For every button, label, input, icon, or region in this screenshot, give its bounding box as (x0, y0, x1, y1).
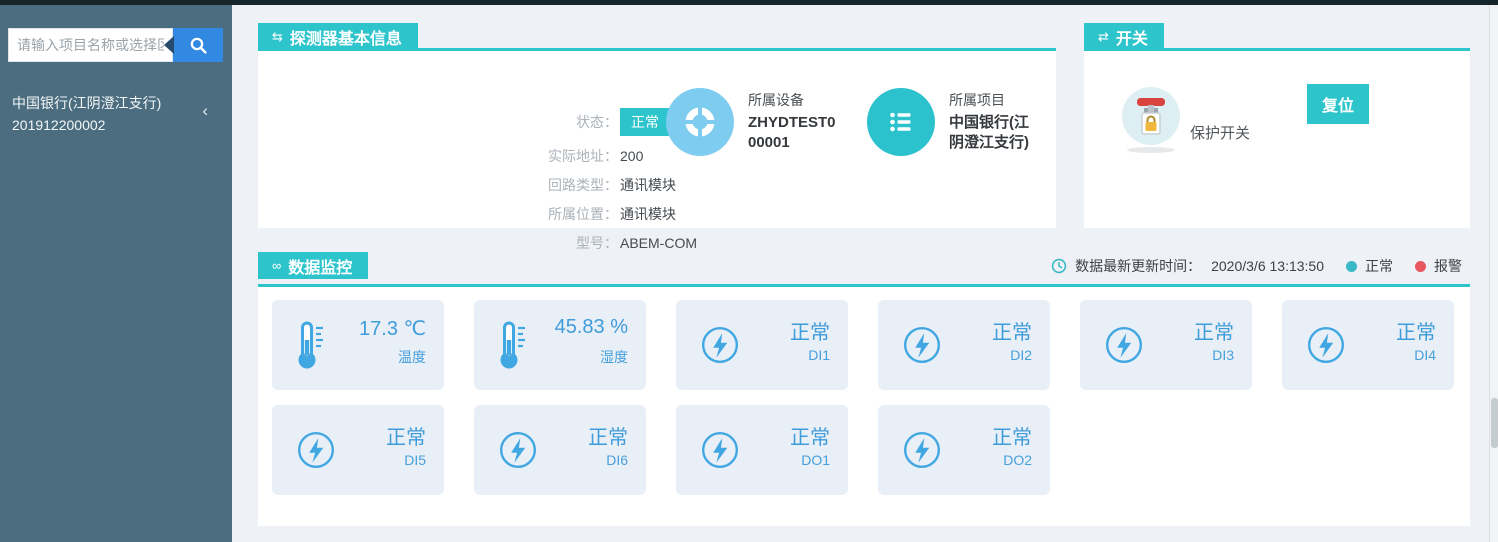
search-button[interactable] (173, 28, 223, 62)
device-name: ZHYDTEST000001 (748, 113, 843, 154)
scrollbar-thumb[interactable] (1491, 398, 1498, 448)
list-icon (867, 88, 935, 156)
field-value: 通讯模块 (620, 175, 676, 195)
card-do1: 正常 DO1 (676, 405, 848, 495)
protection-valve-icon (1122, 87, 1180, 145)
project-label: 所属项目 (949, 90, 1041, 110)
clock-icon (1051, 258, 1067, 274)
reset-button[interactable]: 复位 (1307, 84, 1369, 124)
monitor-panel-header: ∞ 数据监控 (258, 252, 368, 279)
switch-label: 保护开关 (1190, 122, 1250, 143)
bolt-icon (700, 300, 740, 390)
project-search (8, 28, 223, 62)
chevron-left-icon[interactable]: ‹ (202, 98, 208, 124)
card-label: DO1 (801, 452, 830, 468)
card-label: DI1 (808, 347, 830, 363)
card-label: DI4 (1414, 347, 1436, 363)
card-value: 正常 (992, 421, 1032, 450)
bolt-icon (1306, 300, 1346, 390)
bolt-icon (902, 300, 942, 390)
swap-arrows-icon: ⇄ (1098, 30, 1109, 43)
card-di5: 正常 DI5 (272, 405, 444, 495)
field-label: 状态： (526, 112, 618, 132)
monitor-cards: 17.3 ℃ 温度 45.83 % 湿度 (272, 300, 1458, 495)
monitor-panel-title: 数据监控 (288, 254, 352, 278)
card-value: 正常 (1194, 316, 1234, 345)
card-do2: 正常 DO2 (878, 405, 1050, 495)
bolt-icon (902, 405, 942, 495)
card-value: 正常 (790, 316, 830, 345)
bolt-icon (498, 405, 538, 495)
detector-panel-title: 探测器基本信息 (290, 25, 402, 49)
card-temperature: 17.3 ℃ 温度 (272, 300, 444, 390)
card-di4: 正常 DI4 (1282, 300, 1454, 390)
card-label: DI5 (404, 452, 426, 468)
switch-panel-title: 开关 (1116, 25, 1148, 49)
card-di1: 正常 DI1 (676, 300, 848, 390)
card-label: 湿度 (600, 347, 628, 367)
page: 中国银行(江阴澄江支行) 201912200002 ‹ ⇆ 探测器基本信息 状态… (0, 0, 1498, 542)
card-value: 45.83 % (555, 316, 628, 339)
vertical-scrollbar[interactable] (1489, 5, 1498, 542)
thermometer-icon (498, 300, 528, 390)
field-row-model: 型号： ABEM-COM (526, 232, 697, 253)
field-row-location: 所属位置： 通讯模块 (526, 203, 697, 224)
field-label: 所属位置： (526, 204, 618, 224)
card-label: DI3 (1212, 347, 1234, 363)
device-association: 所属设备 ZHYDTEST000001 (666, 88, 843, 156)
link-icon: ∞ (272, 259, 281, 272)
search-icon (189, 36, 208, 55)
field-label: 实际地址： (526, 146, 618, 166)
field-value: ABEM-COM (620, 235, 697, 251)
card-value: 正常 (790, 421, 830, 450)
sliders-icon: ⇆ (272, 30, 283, 43)
field-value: 200 (620, 148, 643, 164)
bolt-icon (296, 405, 336, 495)
status-badge: 正常 (620, 108, 670, 136)
bolt-icon (700, 405, 740, 495)
switch-panel-header: ⇄ 开关 (1084, 23, 1164, 50)
card-value: 正常 (588, 421, 628, 450)
field-label: 型号： (526, 233, 618, 253)
project-code: 201912200002 (12, 115, 220, 137)
updated-time: 2020/3/6 13:13:50 (1211, 258, 1324, 274)
card-label: 温度 (398, 347, 426, 367)
device-label: 所属设备 (748, 90, 843, 110)
monitor-meta: 数据最新更新时间： 2020/3/6 13:13:50 正常 报警 (1051, 256, 1462, 276)
detector-panel-header: ⇆ 探测器基本信息 (258, 23, 418, 50)
card-label: DO2 (1003, 452, 1032, 468)
card-humidity: 45.83 % 湿度 (474, 300, 646, 390)
sidebar-collapse-arrow-icon[interactable] (164, 36, 174, 54)
project-name: 中国银行(江阴澄江支行) (12, 93, 220, 115)
legend-alarm-label: 报警 (1434, 256, 1462, 276)
field-row-loop-type: 回路类型： 通讯模块 (526, 174, 697, 195)
search-input[interactable] (8, 28, 173, 62)
card-di6: 正常 DI6 (474, 405, 646, 495)
project-association: 所属项目 中国银行(江阴澄江支行) (867, 88, 1041, 156)
card-label: DI2 (1010, 347, 1032, 363)
card-value: 17.3 ℃ (359, 316, 426, 341)
legend-normal-label: 正常 (1365, 256, 1393, 276)
normal-dot-icon (1346, 261, 1357, 272)
sidebar: 中国银行(江阴澄江支行) 201912200002 ‹ (0, 5, 232, 542)
field-label: 回路类型： (526, 175, 618, 195)
thermometer-icon (296, 300, 326, 390)
lifebuoy-icon (666, 88, 734, 156)
card-di2: 正常 DI2 (878, 300, 1050, 390)
sidebar-item-project[interactable]: 中国银行(江阴澄江支行) 201912200002 ‹ (0, 85, 232, 144)
card-value: 正常 (992, 316, 1032, 345)
project-name: 中国银行(江阴澄江支行) (949, 113, 1041, 154)
card-label: DI6 (606, 452, 628, 468)
updated-label: 数据最新更新时间： (1075, 256, 1201, 276)
detector-panel: 状态： 正常 实际地址： 200 回路类型： 通讯模块 所属位置： 通讯模块 型… (258, 51, 1056, 228)
card-di3: 正常 DI3 (1080, 300, 1252, 390)
valve-shadow (1127, 147, 1175, 153)
alarm-dot-icon (1415, 261, 1426, 272)
bolt-icon (1104, 300, 1144, 390)
field-value: 通讯模块 (620, 204, 676, 224)
card-value: 正常 (386, 421, 426, 450)
card-value: 正常 (1396, 316, 1436, 345)
